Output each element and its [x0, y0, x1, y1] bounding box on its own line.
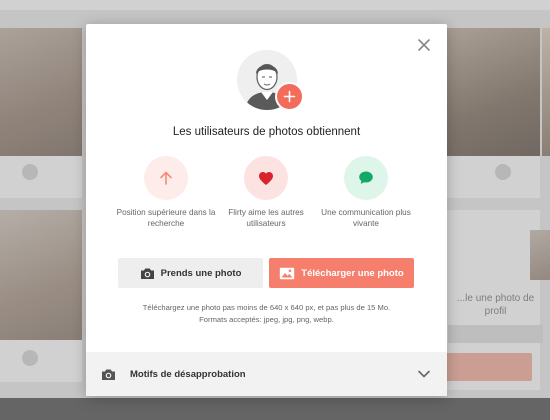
add-photo-button[interactable]: [275, 82, 304, 111]
avatar-placeholder: [237, 50, 304, 116]
benefit-label: Position supérieure dans la recherche: [116, 208, 216, 228]
bg-icon: [495, 164, 511, 180]
bg-profile-card: [447, 28, 540, 198]
bg-profile-photo: [0, 210, 82, 340]
bg-profile-photo: [530, 230, 550, 280]
close-icon: [418, 39, 430, 51]
upload-photo-button[interactable]: Télécharger une photo: [269, 258, 414, 288]
modal-title: Les utilisateurs de photos obtiennent: [172, 126, 361, 138]
bg-profile-card: [530, 230, 550, 280]
bg-profile-photo: [0, 28, 82, 156]
heart-icon: [259, 171, 273, 185]
rejection-reasons-accordion[interactable]: Motifs de désapprobation: [86, 352, 447, 396]
bg-profile-card: [0, 28, 82, 198]
benefit-communication: Une communication plus vivante: [311, 156, 421, 229]
arrow-up-icon: [160, 171, 172, 185]
take-photo-label: Prends une photo: [160, 267, 242, 279]
note-formats-line: Formats acceptés: jpeg, jpg, png, webp.: [199, 315, 334, 324]
camera-icon: [102, 369, 115, 380]
add-photo-modal: Les utilisateurs de photos obtiennent Po…: [86, 24, 447, 396]
benefit-icon-circle: [144, 156, 188, 200]
image-icon: [280, 267, 295, 279]
bg-profile-photo: [447, 28, 540, 156]
upload-requirements-note: Téléchargez une photo pas moins de 640 x…: [106, 302, 427, 326]
benefit-label: Flirty aime les autres utilisateurs: [228, 208, 304, 228]
benefit-icon-circle: [344, 156, 388, 200]
bg-icon: [22, 350, 38, 366]
bg-bottom-strip: [0, 398, 550, 420]
note-size-line: Téléchargez une photo pas moins de 640 x…: [142, 303, 391, 312]
bg-profile-photo: [542, 28, 550, 156]
upload-photo-label: Télécharger une photo: [301, 267, 404, 279]
camera-icon: [140, 268, 154, 279]
chevron-down-icon: [418, 370, 430, 378]
benefit-icon-circle: [244, 156, 288, 200]
benefit-label: Une communication plus vivante: [321, 208, 411, 228]
benefit-likes: Flirty aime les autres utilisateurs: [211, 156, 321, 229]
bg-promo-subtitle: [448, 325, 543, 343]
bg-profile-card: [542, 28, 550, 156]
chat-bubble-icon: [359, 171, 373, 184]
bg-top-bar: [0, 0, 550, 10]
bg-icon: [22, 164, 38, 180]
benefit-search-position: Position supérieure dans la recherche: [111, 156, 221, 229]
rejection-reasons-label: Motifs de désapprobation: [130, 368, 246, 380]
bg-profile-card: [0, 210, 82, 382]
take-photo-button[interactable]: Prends une photo: [118, 258, 263, 288]
bg-promo-title: ...le une photo de profil: [456, 293, 535, 317]
plus-icon: [283, 90, 296, 103]
close-button[interactable]: [415, 36, 433, 54]
bg-promo-button: [440, 353, 532, 381]
